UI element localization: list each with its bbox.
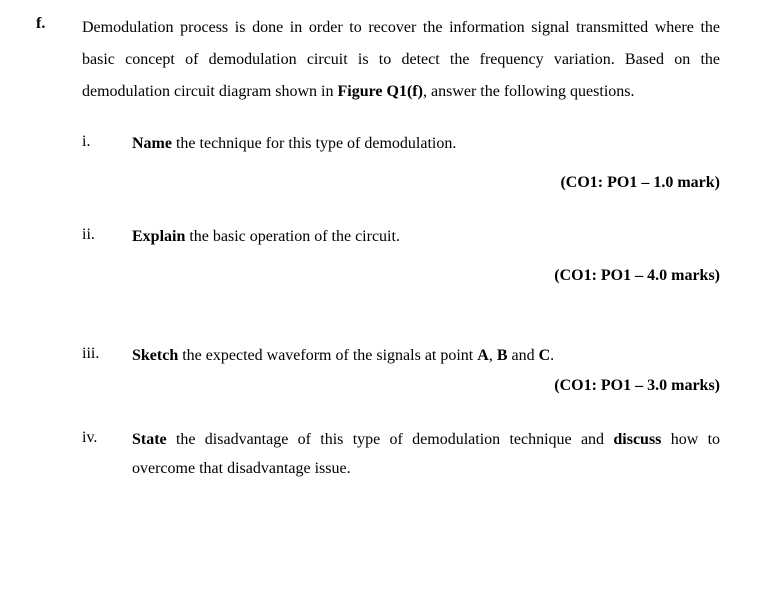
verb: State (132, 431, 167, 448)
sub-text-before: the disadvantage of this type of demodul… (167, 431, 614, 448)
sub-text: the basic operation of the circuit. (185, 228, 400, 245)
verb: Explain (132, 228, 185, 245)
sub-label: iv. (82, 426, 132, 450)
sep: , (489, 347, 497, 364)
intro-text-part2: , answer the following questions. (423, 83, 635, 100)
sub-label: ii. (82, 223, 132, 247)
sub-text-after: . (550, 347, 554, 364)
question-block: f. Demodulation process is done in order… (36, 12, 720, 484)
sub-question-iii: iii. Sketch the expected waveform of the… (82, 342, 720, 371)
sep: and (507, 347, 538, 364)
sub-question-i: i. Name the technique for this type of d… (82, 130, 720, 159)
marks-label: (CO1: PO1 – 3.0 marks) (82, 374, 720, 398)
question-content: Demodulation process is done in order to… (82, 12, 720, 484)
question-intro: Demodulation process is done in order to… (82, 12, 720, 108)
sub-question-iv: iv. State the disadvantage of this type … (82, 426, 720, 484)
sub-content: Explain the basic operation of the circu… (132, 223, 720, 252)
question-label: f. (36, 12, 82, 36)
sub-label: iii. (82, 342, 132, 366)
verb: Name (132, 135, 172, 152)
figure-reference: Figure Q1(f) (338, 83, 423, 100)
sub-content: Name the technique for this type of demo… (132, 130, 720, 159)
point-b: B (497, 347, 508, 364)
sub-content: State the disadvantage of this type of d… (132, 426, 720, 484)
sub-text: the technique for this type of demodulat… (172, 135, 456, 152)
verb-discuss: discuss (613, 431, 661, 448)
verb: Sketch (132, 347, 178, 364)
point-c: C (539, 347, 551, 364)
point-a: A (477, 347, 489, 364)
sub-question-ii: ii. Explain the basic operation of the c… (82, 223, 720, 252)
sub-text: the expected waveform of the signals at … (178, 347, 477, 364)
sub-content: Sketch the expected waveform of the sign… (132, 342, 720, 371)
sub-label: i. (82, 130, 132, 154)
marks-label: (CO1: PO1 – 1.0 mark) (82, 171, 720, 195)
marks-label: (CO1: PO1 – 4.0 marks) (82, 264, 720, 288)
